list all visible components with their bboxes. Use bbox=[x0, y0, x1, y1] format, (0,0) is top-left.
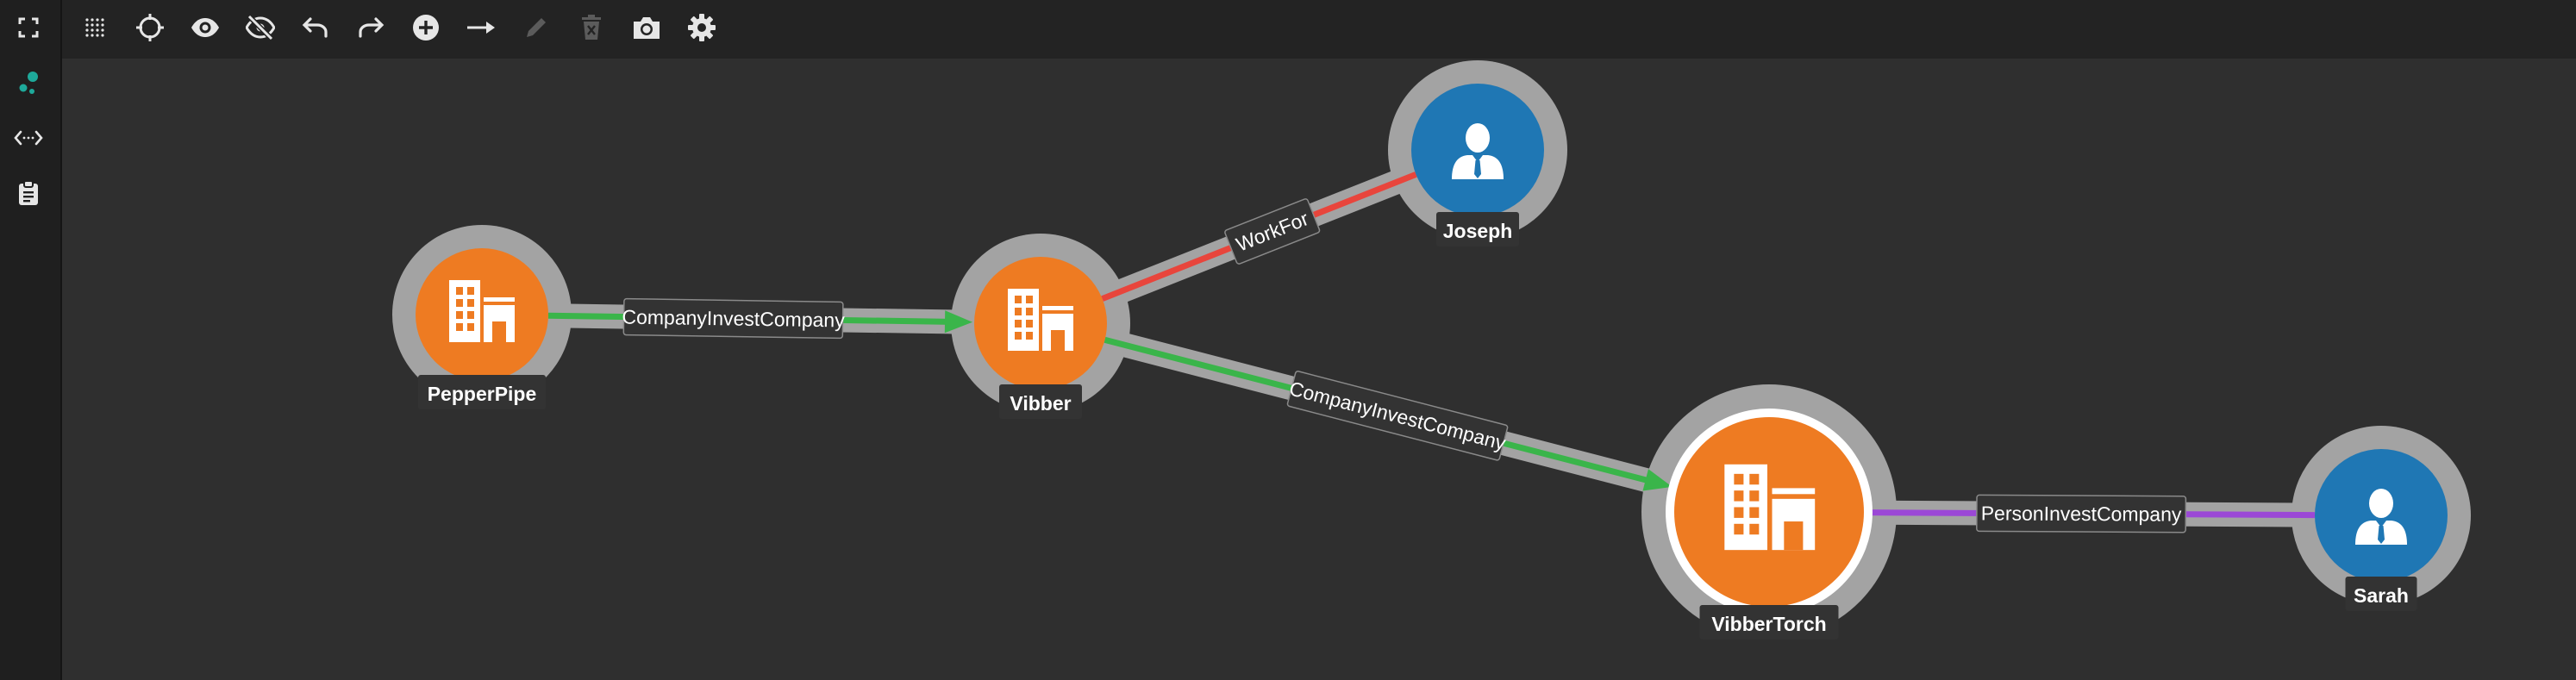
edge-label: CompanyInvestCompany bbox=[622, 297, 845, 340]
redo-button[interactable] bbox=[352, 10, 390, 48]
edge-label-text: CompanyInvestCompany bbox=[622, 306, 845, 332]
add-node-button[interactable] bbox=[407, 10, 445, 48]
clipboard-icon bbox=[17, 179, 40, 210]
delete-icon bbox=[580, 14, 603, 45]
hide-button[interactable] bbox=[241, 10, 279, 48]
add-edge-icon bbox=[466, 19, 497, 41]
add-node-icon bbox=[411, 13, 441, 47]
undo-button[interactable] bbox=[297, 10, 335, 48]
eye-off-icon bbox=[245, 14, 276, 45]
graph-icon bbox=[16, 70, 41, 100]
graph-view-button[interactable] bbox=[9, 66, 47, 103]
camera-icon bbox=[632, 15, 661, 45]
edge-label: PersonInvestCompany bbox=[1976, 494, 2187, 533]
node-label: PepperPipe bbox=[428, 383, 537, 405]
delete-button[interactable] bbox=[572, 10, 610, 48]
node-circle bbox=[416, 248, 548, 381]
undo-icon bbox=[302, 16, 329, 43]
node-label: Sarah bbox=[2354, 584, 2409, 607]
edge-vibbertorch-sarah[interactable]: PersonInvestCompany bbox=[1863, 494, 2316, 533]
sidebar bbox=[0, 0, 62, 680]
edge-label-text: CompanyInvestCompany bbox=[1287, 377, 1509, 454]
eye-icon bbox=[191, 17, 220, 42]
crosshair-icon bbox=[135, 13, 165, 47]
code-view-button[interactable] bbox=[9, 121, 47, 159]
edge-vibber-joseph[interactable]: WorkFor bbox=[1101, 172, 1417, 302]
add-edge-button[interactable] bbox=[462, 10, 500, 48]
edit-button[interactable] bbox=[517, 10, 555, 48]
node-label: Joseph bbox=[1443, 220, 1513, 242]
edge-label: CompanyInvestCompany bbox=[1286, 371, 1509, 461]
node-pepperpipe[interactable]: PepperPipe bbox=[416, 248, 548, 409]
node-circle bbox=[974, 257, 1107, 390]
fullscreen-button[interactable] bbox=[9, 10, 47, 48]
code-icon bbox=[14, 128, 43, 153]
fullscreen-icon bbox=[17, 16, 40, 43]
node-label: Vibber bbox=[1010, 392, 1071, 415]
graph-svg[interactable]: CompanyInvestCompany WorkFor CompanyInvest… bbox=[62, 59, 2576, 680]
edge-label: WorkFor bbox=[1224, 198, 1321, 265]
toolbar bbox=[62, 0, 2576, 59]
grid-button[interactable] bbox=[76, 10, 114, 48]
redo-icon bbox=[357, 16, 385, 43]
node-label: VibberTorch bbox=[1711, 613, 1826, 635]
clipboard-button[interactable] bbox=[9, 176, 47, 214]
edit-icon bbox=[523, 15, 549, 45]
settings-button[interactable] bbox=[683, 10, 721, 48]
graph-canvas[interactable]: CompanyInvestCompany WorkFor CompanyInvest… bbox=[62, 59, 2576, 680]
node-circle bbox=[1674, 417, 1864, 607]
show-button[interactable] bbox=[186, 10, 224, 48]
gear-icon bbox=[687, 13, 716, 47]
edge-label-text: PersonInvestCompany bbox=[1981, 502, 2182, 525]
screenshot-button[interactable] bbox=[628, 10, 666, 48]
grid-icon bbox=[84, 16, 106, 43]
locate-button[interactable] bbox=[131, 10, 169, 48]
